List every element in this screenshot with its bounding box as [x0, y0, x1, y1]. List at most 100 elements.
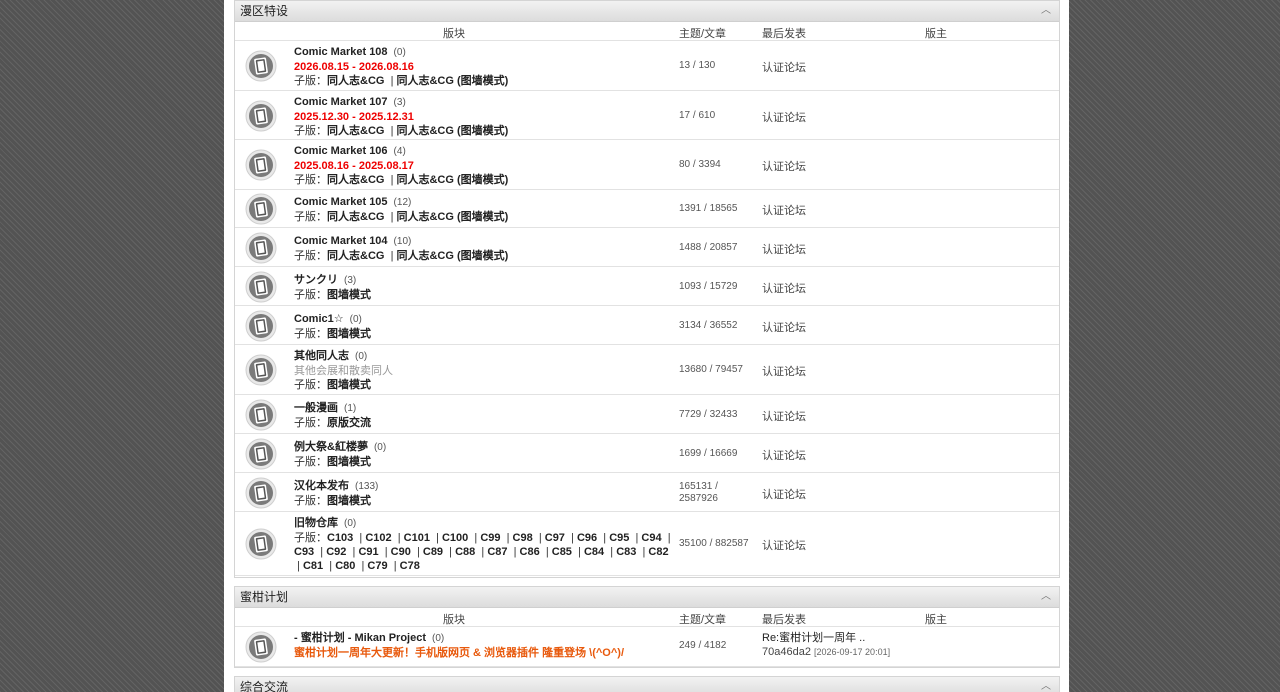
category-mikan: 蜜柑计划 ︿ 版块 主题/文章 最后发表 版主 - 蜜柑计划 - Mikan P…: [234, 586, 1060, 668]
last-post: Re:蜜柑计划一周年 .. 70a46da2 [2026-09-17 20:01…: [762, 631, 890, 659]
last-post[interactable]: 认证论坛: [762, 202, 806, 218]
col-stats: 主题/文章: [679, 28, 727, 40]
category-header: 蜜柑计划 ︿: [235, 587, 1059, 608]
forum-row[interactable]: サンクリ (3) 子版：图墙模式 1093 / 15729 认证论坛: [235, 267, 1059, 306]
forum-row[interactable]: - 蜜柑计划 - Mikan Project (0) 蜜柑计划一周年大更新！手机版…: [235, 627, 1059, 667]
forum-row[interactable]: 例大祭&紅楼夢 (0) 子版：图墙模式 1699 / 16669 认证论坛: [235, 434, 1059, 473]
forum-count: (4): [393, 146, 406, 157]
forum-stats: 165131 / 2587926: [679, 481, 718, 504]
forum-row[interactable]: Comic Market 104 (10) 子版：同人志&CG | 同人志&CG (…: [235, 228, 1059, 267]
collapse-chevron-icon[interactable]: ︿: [1039, 1, 1053, 21]
forum-count: (12): [393, 197, 412, 208]
subforum-list[interactable]: 子版：图墙模式: [294, 288, 674, 302]
forum-row[interactable]: 其他同人志 (0) 其他会展和散卖同人 子版：图墙模式 13680 / 79457 认…: [235, 345, 1059, 395]
forum-title[interactable]: - 蜜柑计划 - Mikan Project: [294, 632, 426, 644]
last-post-title[interactable]: Re:蜜柑计划一周年 ..: [762, 631, 890, 645]
last-post[interactable]: 认证论坛: [762, 486, 806, 502]
forum-row[interactable]: 旧物仓库 (0) 子版：C103 | C102 | C101 | C100 | C9…: [235, 512, 1059, 576]
forum-count: (0): [432, 633, 445, 644]
forum-title[interactable]: 汉化本发布: [294, 480, 349, 492]
event-date: 2025.08.16 - 2025.08.17: [294, 160, 414, 172]
last-post[interactable]: 认证论坛: [762, 59, 806, 75]
last-post[interactable]: 认证论坛: [762, 319, 806, 335]
subforum-list[interactable]: 子版：C103 | C102 | C101 | C100 | C99 | C98…: [294, 531, 674, 573]
forum-stats: 35100 / 882587: [679, 538, 749, 549]
forum-title[interactable]: Comic Market 108: [294, 46, 388, 58]
forum-announcement[interactable]: 蜜柑计划一周年大更新！手机版网页 & 浏览器插件 隆重登场 \(^O^)/: [294, 646, 694, 660]
forum-book-icon: [245, 50, 277, 82]
column-header: 版块 主题/文章 最后发表 版主: [235, 608, 1059, 627]
forum-title[interactable]: Comic Market 107: [294, 96, 388, 108]
subforum-list[interactable]: 子版：图墙模式: [294, 378, 674, 392]
forum-row[interactable]: Comic1☆ (0) 子版：图墙模式 3134 / 36552 认证论坛: [235, 306, 1059, 345]
forum-row[interactable]: 一般漫画 (1) 子版：原版交流 7729 / 32433 认证论坛: [235, 395, 1059, 434]
forum-book-icon: [245, 354, 277, 386]
forum-row[interactable]: Comic Market 105 (12) 子版：同人志&CG | 同人志&CG (…: [235, 190, 1059, 228]
forum-title[interactable]: Comic1☆: [294, 313, 344, 325]
last-post[interactable]: 认证论坛: [762, 537, 806, 553]
last-post[interactable]: 认证论坛: [762, 280, 806, 296]
forum-title[interactable]: 例大祭&紅楼夢: [294, 441, 368, 453]
forum-title[interactable]: Comic Market 106: [294, 145, 388, 157]
collapse-chevron-icon[interactable]: ︿: [1039, 587, 1053, 607]
subforum-list[interactable]: 子版：同人志&CG | 同人志&CG (图墙模式): [294, 173, 674, 187]
forum-stats: 1391 / 18565: [679, 203, 738, 214]
collapse-chevron-icon[interactable]: ︿: [1039, 677, 1053, 692]
forum-row[interactable]: Comic Market 106 (4) 2025.08.16 - 2025.08.…: [235, 140, 1059, 190]
forum-description: 其他会展和散卖同人: [294, 365, 393, 377]
forum-row[interactable]: Comic Market 108 (0) 2026.08.15 - 2026.08.…: [235, 41, 1059, 91]
forum-title[interactable]: サンクリ: [294, 274, 338, 286]
forum-container: 漫区特设 ︿ 版块 主题/文章 最后发表 版主 Comic Market 108…: [224, 0, 1069, 692]
forum-count: (3): [344, 275, 357, 286]
forum-row[interactable]: 汉化本发布 (133) 子版：图墙模式 165131 / 2587926 认证论坛: [235, 473, 1059, 512]
forum-book-icon: [245, 438, 277, 470]
last-post[interactable]: 认证论坛: [762, 408, 806, 424]
subforum-list[interactable]: 子版：图墙模式: [294, 455, 674, 469]
category-title: 综合交流: [240, 680, 289, 692]
last-post-user[interactable]: 70a46da2: [762, 646, 811, 658]
last-post[interactable]: 认证论坛: [762, 241, 806, 257]
event-date: 2026.08.15 - 2026.08.16: [294, 61, 414, 73]
subforum-list[interactable]: 子版：同人志&CG | 同人志&CG (图墙模式): [294, 74, 674, 88]
col-last: 最后发表: [762, 614, 806, 626]
forum-row[interactable]: Comic Market 107 (3) 2025.12.30 - 2025.12.…: [235, 91, 1059, 140]
forum-count: (0): [393, 47, 406, 58]
subforum-list[interactable]: 子版：图墙模式: [294, 494, 674, 508]
subforum-list[interactable]: 子版：原版交流: [294, 416, 674, 430]
forum-title[interactable]: Comic Market 105: [294, 196, 388, 208]
col-mod: 版主: [925, 614, 947, 626]
forum-count: (10): [393, 236, 412, 247]
forum-count: (1): [344, 403, 357, 414]
forum-stats: 1488 / 20857: [679, 242, 738, 253]
subforum-list[interactable]: 子版：同人志&CG | 同人志&CG (图墙模式): [294, 249, 674, 263]
forum-title[interactable]: 其他同人志: [294, 350, 349, 362]
category-manqu: 漫区特设 ︿ 版块 主题/文章 最后发表 版主 Comic Market 108…: [234, 0, 1060, 578]
forum-stats: 249 / 4182: [679, 640, 727, 651]
category-header: 综合交流 ︿: [235, 677, 1059, 692]
subforum-list[interactable]: 子版：同人志&CG | 同人志&CG (图墙模式): [294, 124, 674, 138]
forum-stats: 17 / 610: [679, 110, 716, 121]
col-last: 最后发表: [762, 28, 806, 40]
forum-book-icon: [245, 477, 277, 509]
forum-title[interactable]: Comic Market 104: [294, 235, 388, 247]
last-post[interactable]: 认证论坛: [762, 447, 806, 463]
forum-book-icon: [245, 100, 277, 132]
forum-stats: 13 / 130: [679, 60, 716, 71]
forum-title[interactable]: 一般漫画: [294, 402, 338, 414]
last-post[interactable]: 认证论坛: [762, 363, 806, 379]
subforum-list[interactable]: 子版：同人志&CG | 同人志&CG (图墙模式): [294, 210, 674, 224]
forum-stats: 80 / 3394: [679, 159, 721, 170]
last-post[interactable]: 认证论坛: [762, 158, 806, 174]
subforum-list[interactable]: 子版：图墙模式: [294, 327, 674, 341]
forum-title[interactable]: 旧物仓库: [294, 517, 338, 529]
last-post[interactable]: 认证论坛: [762, 109, 806, 125]
forum-book-icon: [245, 149, 277, 181]
forum-book-icon: [245, 271, 277, 303]
category-header: 漫区特设 ︿: [235, 1, 1059, 22]
col-stats: 主题/文章: [679, 614, 727, 626]
forum-book-icon: [245, 399, 277, 431]
col-forum: 版块: [443, 28, 465, 40]
forum-count: (0): [349, 314, 362, 325]
forum-stats: 1699 / 16669: [679, 448, 738, 459]
event-date: 2025.12.30 - 2025.12.31: [294, 111, 414, 123]
